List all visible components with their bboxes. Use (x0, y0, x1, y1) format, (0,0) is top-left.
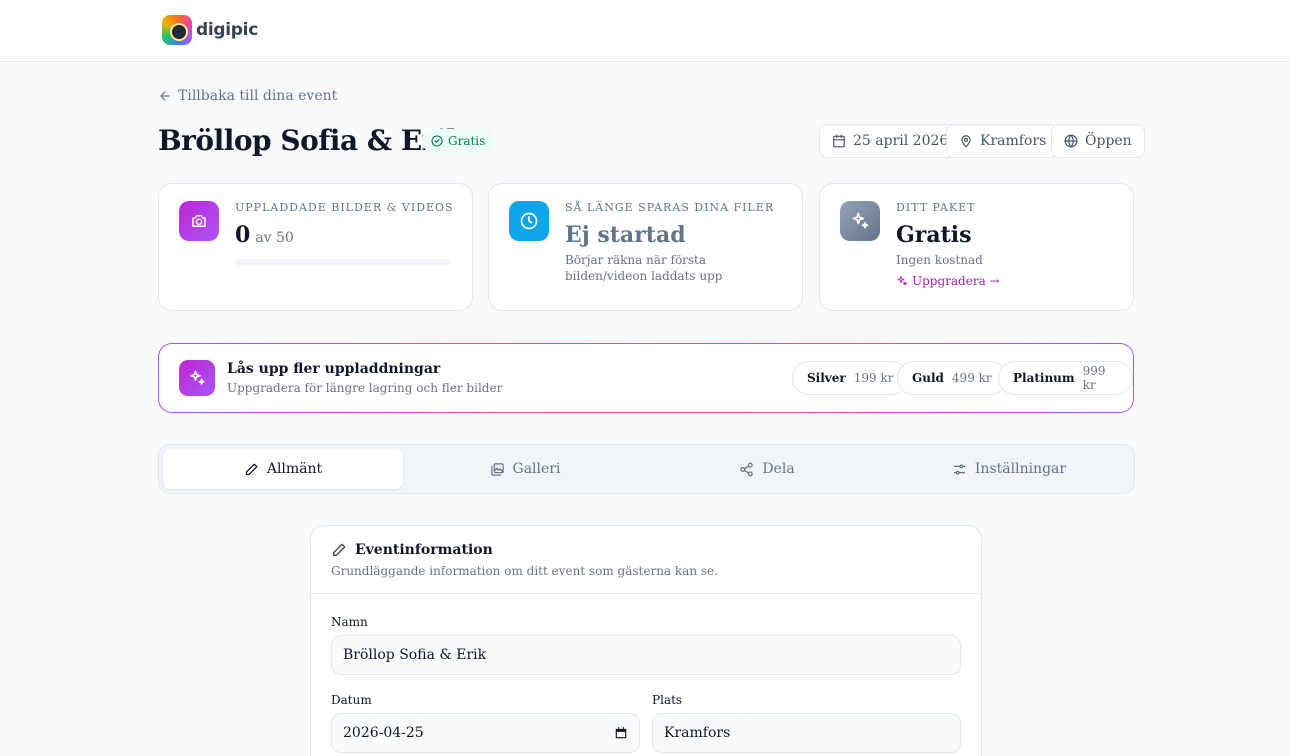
event-info-description: Grundläggande information om ditt event … (331, 564, 718, 578)
sparkles-small-icon (896, 275, 908, 287)
tab-allmant[interactable]: Allmänt (163, 449, 403, 489)
camera-logo-icon (162, 15, 192, 45)
visibility-chip[interactable]: Öppen (1051, 124, 1145, 158)
back-link-label: Tillbaka till dina event (178, 88, 338, 104)
plan-price: 999 kr (1082, 364, 1106, 392)
uploads-count: 0 (235, 222, 251, 248)
gallery-icon (490, 462, 505, 477)
tab-label: Allmänt (266, 461, 323, 477)
uploads-card: UPPLADDADE BILDER & VIDEOS 0 av 50 (158, 183, 473, 311)
calendar-picker-icon[interactable] (614, 726, 628, 740)
package-card: DITT PAKET Gratis Ingen kostnad Uppgrade… (819, 183, 1134, 311)
event-info-title-row: Eventinformation (331, 542, 493, 558)
map-pin-icon (959, 134, 973, 148)
plan-name: Silver (807, 371, 846, 385)
back-link[interactable]: Tillbaka till dina event (158, 88, 337, 104)
uploads-progress-bar (235, 259, 451, 265)
date-input[interactable]: 2026-04-25 (331, 713, 640, 753)
pencil-icon (244, 462, 259, 477)
place-label: Plats (652, 693, 683, 707)
tab-dela[interactable]: Dela (647, 449, 887, 489)
plan-silver-button[interactable]: Silver 199 kr (792, 361, 909, 395)
brand-logo[interactable]: digipic (162, 15, 258, 45)
plan-name: Platinum (1013, 371, 1075, 385)
location-chip-label: Kramfors (980, 133, 1047, 149)
uploads-label: UPPLADDADE BILDER & VIDEOS (235, 201, 454, 214)
package-badge-label: Gratis (448, 134, 486, 148)
package-label: DITT PAKET (896, 201, 976, 214)
sliders-icon (952, 462, 967, 477)
plan-name: Guld (912, 371, 944, 385)
name-label: Namn (331, 615, 368, 629)
name-input-value: Bröllop Sofia & Erik (343, 647, 487, 663)
tab-bar: Allmänt Galleri Dela Inställningar (158, 444, 1135, 494)
upsell-subtitle: Uppgradera för längre lagring och fler b… (227, 381, 503, 395)
plan-price: 199 kr (853, 371, 894, 385)
plan-price: 499 kr (951, 371, 992, 385)
tab-installningar[interactable]: Inställningar (889, 449, 1129, 489)
camera-icon (179, 201, 219, 241)
name-input[interactable]: Bröllop Sofia & Erik (331, 635, 961, 675)
calendar-icon (832, 134, 846, 148)
event-info-title: Eventinformation (355, 542, 493, 558)
date-chip[interactable]: 25 april 2026 (819, 124, 962, 158)
date-input-value: 2026-04-25 (343, 725, 424, 741)
storage-label: SÅ LÄNGE SPARAS DINA FILER (565, 201, 775, 214)
event-info-card: Eventinformation Grundläggande informati… (310, 525, 982, 756)
upgrade-link[interactable]: Uppgradera → (896, 274, 1000, 288)
place-input-value: Kramfors (664, 725, 731, 741)
package-badge: Gratis (422, 129, 495, 153)
upgrade-link-label: Uppgradera → (912, 274, 1000, 288)
upsell-title: Lås upp fler uppladdningar (227, 361, 441, 377)
clock-icon (509, 201, 549, 241)
page-title: Bröllop Sofia & Erik (158, 124, 466, 157)
location-chip[interactable]: Kramfors (946, 124, 1060, 158)
tab-label: Inställningar (974, 461, 1067, 477)
uploads-limit: av 50 (255, 230, 294, 246)
sparkles-upsell-icon (179, 360, 215, 396)
check-circle-icon (431, 135, 443, 147)
plan-guld-button[interactable]: Guld 499 kr (897, 361, 1007, 395)
package-sub: Ingen kostnad (896, 253, 983, 267)
event-info-header: Eventinformation Grundläggande informati… (311, 526, 981, 594)
globe-icon (1064, 134, 1078, 148)
uploads-value: 0 av 50 (235, 222, 294, 248)
visibility-chip-label: Öppen (1085, 133, 1132, 149)
storage-value: Ej startad (565, 222, 686, 248)
arrow-left-icon (158, 89, 172, 103)
storage-sub: Börjar räkna när första bilden/videon la… (565, 253, 723, 283)
sparkles-icon (840, 201, 880, 241)
date-label: Datum (331, 693, 372, 707)
place-input[interactable]: Kramfors (652, 713, 961, 753)
plan-platinum-button[interactable]: Platinum 999 kr (998, 361, 1133, 395)
pencil-icon (331, 542, 347, 558)
brand-name: digipic (196, 20, 258, 40)
top-bar: digipic (0, 0, 1291, 62)
share-icon (739, 462, 754, 477)
storage-card: SÅ LÄNGE SPARAS DINA FILER Ej startad Bö… (488, 183, 803, 311)
tab-label: Dela (762, 461, 795, 477)
upsell-banner: Lås upp fler uppladdningar Uppgradera fö… (158, 343, 1134, 413)
date-chip-label: 25 april 2026 (853, 133, 949, 149)
tab-galleri[interactable]: Galleri (405, 449, 645, 489)
package-value: Gratis (896, 222, 972, 248)
tab-label: Galleri (512, 461, 561, 477)
